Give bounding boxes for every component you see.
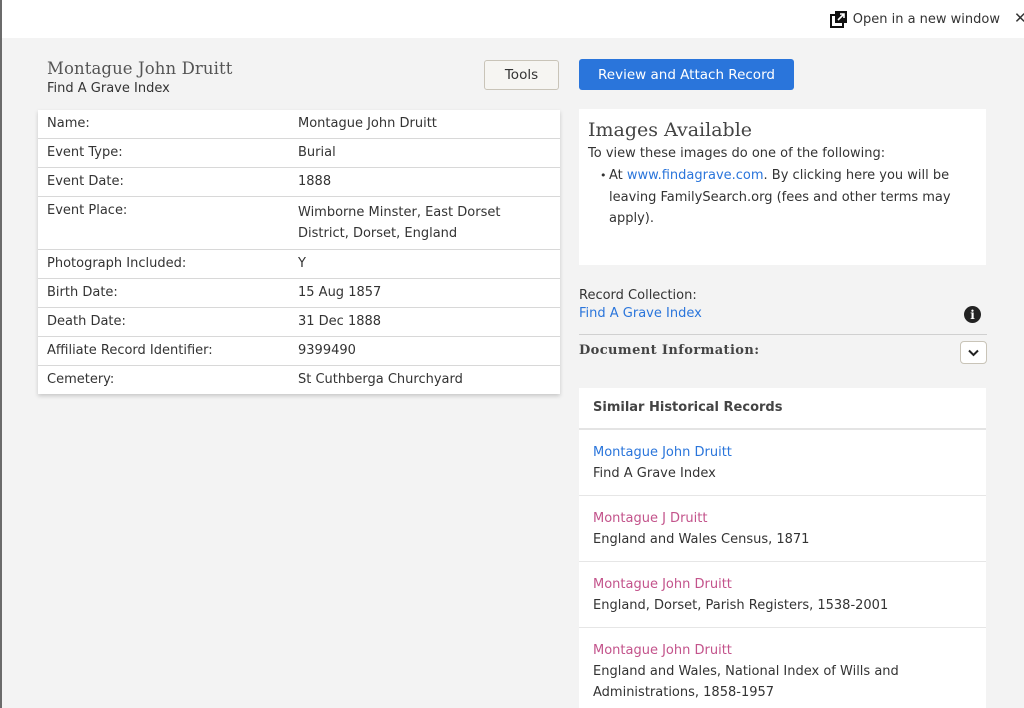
- table-row: Cemetery: St Cuthberga Churchyard: [38, 366, 560, 394]
- open-new-window-link[interactable]: Open in a new window: [829, 10, 1000, 28]
- field-label: Birth Date:: [47, 285, 118, 300]
- field-label: Affiliate Record Identifier:: [47, 343, 213, 358]
- similar-records-panel: Similar Historical Records Montague John…: [579, 388, 986, 708]
- findagrave-link[interactable]: www.findagrave.com: [627, 168, 764, 183]
- field-value: Y: [298, 256, 306, 271]
- table-row: Event Place: Wimborne Minster, East Dors…: [38, 197, 560, 250]
- table-row: Event Type: Burial: [38, 139, 560, 168]
- review-attach-button[interactable]: Review and Attach Record: [579, 59, 794, 90]
- field-value: 15 Aug 1857: [298, 285, 382, 300]
- list-item: Montague John Druitt England, Dorset, Pa…: [579, 562, 986, 628]
- open-new-window-icon: [829, 11, 847, 28]
- table-row: Event Date: 1888: [38, 168, 560, 197]
- top-bar: Open in a new window ✕: [2, 0, 1024, 38]
- similar-record-collection: England and Wales, National Index of Wil…: [593, 664, 899, 700]
- table-row: Photograph Included: Y: [38, 250, 560, 279]
- chevron-down-icon: [968, 349, 979, 356]
- field-value: St Cuthberga Churchyard: [298, 372, 463, 387]
- list-item: Montague J Druitt England and Wales Cens…: [579, 496, 986, 562]
- field-value: 1888: [298, 174, 332, 189]
- record-collection-label: Record Collection:: [579, 288, 697, 303]
- record-title: Montague John Druitt: [47, 59, 233, 78]
- similar-records-heading: Similar Historical Records: [579, 388, 986, 430]
- tools-button[interactable]: Tools: [484, 60, 559, 90]
- field-value: 31 Dec 1888: [298, 314, 382, 329]
- record-header: Montague John Druitt Find A Grave Index: [47, 59, 232, 96]
- images-available-panel: Images Available To view these images do…: [579, 109, 986, 265]
- list-item: At www.findagrave.com. By clicking here …: [600, 165, 977, 230]
- similar-record-collection: England, Dorset, Parish Registers, 1538-…: [593, 598, 889, 613]
- field-label: Event Date:: [47, 174, 124, 189]
- info-icon[interactable]: i: [964, 306, 981, 323]
- similar-record-collection: Find A Grave Index: [593, 466, 716, 481]
- table-row: Affiliate Record Identifier: 9399490: [38, 337, 560, 366]
- field-label: Event Type:: [47, 145, 123, 160]
- open-new-window-label: Open in a new window: [852, 11, 1000, 27]
- field-label: Death Date:: [47, 314, 126, 329]
- field-label: Cemetery:: [47, 372, 115, 387]
- list-item: Montague John Druitt England and Wales, …: [579, 628, 986, 708]
- field-value: 9399490: [298, 343, 356, 358]
- record-collection: Record Collection: Find A Grave Index i: [579, 288, 989, 323]
- field-value: Wimborne Minster, East Dorset District, …: [298, 205, 501, 241]
- record-collection-link[interactable]: Find A Grave Index: [579, 306, 702, 321]
- table-row: Birth Date: 15 Aug 1857: [38, 279, 560, 308]
- similar-record-link[interactable]: Montague John Druitt: [593, 445, 732, 460]
- similar-record-link[interactable]: Montague John Druitt: [593, 643, 732, 658]
- table-row: Name: Montague John Druitt: [38, 110, 560, 139]
- record-subtitle: Find A Grave Index: [47, 81, 170, 96]
- item-prefix: At: [609, 168, 627, 183]
- images-available-title: Images Available: [588, 119, 753, 141]
- images-options-list: At www.findagrave.com. By clicking here …: [588, 165, 977, 230]
- similar-record-link[interactable]: Montague J Druitt: [593, 511, 707, 526]
- document-information-toggle[interactable]: [960, 341, 987, 364]
- field-label: Event Place:: [47, 203, 128, 218]
- record-details-table: Name: Montague John Druitt Event Type: B…: [38, 110, 560, 394]
- divider: [579, 334, 987, 335]
- field-label: Name:: [47, 116, 90, 131]
- similar-record-link[interactable]: Montague John Druitt: [593, 577, 732, 592]
- similar-record-collection: England and Wales Census, 1871: [593, 532, 810, 547]
- field-value: Montague John Druitt: [298, 116, 437, 131]
- images-description: To view these images do one of the follo…: [588, 146, 886, 161]
- table-row: Death Date: 31 Dec 1888: [38, 308, 560, 337]
- window-left-edge: [0, 0, 2, 708]
- field-value: Burial: [298, 145, 336, 160]
- document-information-label: Document Information:: [579, 343, 760, 358]
- list-item: Montague John Druitt Find A Grave Index: [579, 430, 986, 496]
- field-label: Photograph Included:: [47, 256, 187, 271]
- close-icon[interactable]: ✕: [1014, 9, 1024, 27]
